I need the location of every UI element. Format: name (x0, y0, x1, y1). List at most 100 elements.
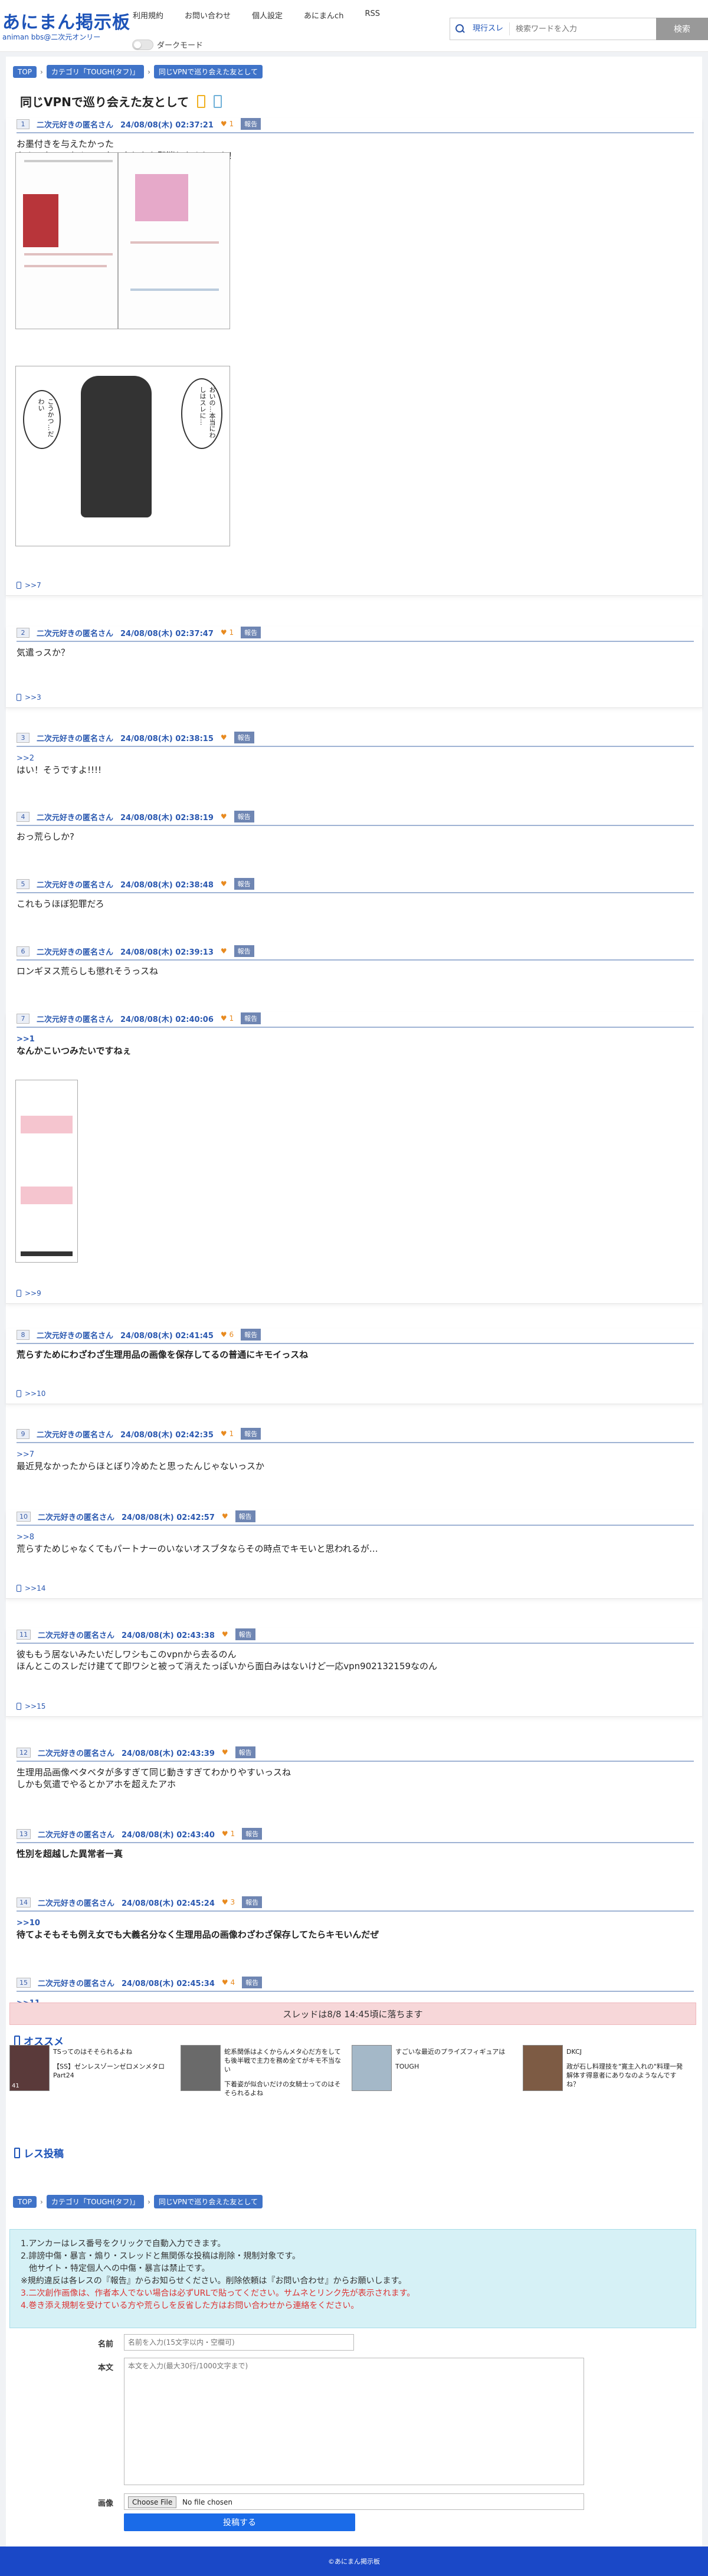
like-button[interactable]: ♥ 4 (222, 1978, 235, 1987)
report-button[interactable]: 報告 (242, 1977, 263, 1988)
recommend-thumbnail[interactable] (523, 2045, 563, 2091)
recommend-title[interactable]: DKCJ (566, 2047, 684, 2056)
like-button[interactable]: ♥ (222, 1748, 228, 1756)
choose-file-button[interactable]: Choose File (128, 2496, 177, 2508)
breadcrumb-category[interactable]: カテゴリ「TOUGH(タフ)」 (46, 65, 145, 78)
report-button[interactable]: 報告 (235, 1746, 255, 1758)
image-file-input[interactable]: Choose File No file chosen (124, 2493, 584, 2510)
like-button[interactable]: ♥ 1 (221, 628, 234, 637)
post-number[interactable]: 3 (17, 732, 30, 743)
reply-anchor-link[interactable]: >>8 (17, 1533, 34, 1542)
report-button[interactable]: 報告 (241, 627, 261, 638)
like-button[interactable]: ♥ 6 (221, 1330, 234, 1339)
post-number[interactable]: 13 (17, 1828, 31, 1839)
like-button[interactable]: ♥ 1 (222, 1830, 235, 1838)
form-breadcrumb-category[interactable]: カテゴリ「TOUGH(タフ)」 (46, 2195, 145, 2208)
recommend-item[interactable]: 41 TSってのはそそられるよね 【SS】ゼンレスゾーンゼロメンメタロ Part24 (9, 2045, 171, 2092)
report-button[interactable]: 報告 (234, 878, 254, 890)
name-field[interactable] (124, 2334, 354, 2351)
search-scope-select[interactable]: 現行スレ (467, 22, 510, 35)
post-number[interactable]: 6 (17, 946, 30, 956)
post-image-screenshot-left[interactable] (15, 152, 118, 329)
post-number[interactable]: 2 (17, 627, 30, 638)
post-image-manga[interactable]: こうかつ…だわい おいの…本当にわしはスレに… (15, 366, 230, 546)
recommend-title[interactable]: TSってのはそそられるよね (53, 2047, 171, 2056)
post-number[interactable]: 15 (17, 1977, 31, 1988)
report-button[interactable]: 報告 (241, 118, 261, 130)
report-button[interactable]: 報告 (235, 1628, 255, 1640)
report-button[interactable]: 報告 (234, 732, 254, 743)
reply-anchor-link[interactable]: >>2 (17, 754, 34, 763)
post-number[interactable]: 14 (17, 1897, 31, 1908)
like-button[interactable]: ♥ 1 (221, 120, 234, 128)
post-number[interactable]: 5 (17, 879, 30, 889)
post-image-screenshot-right[interactable] (118, 152, 230, 329)
site-logo[interactable]: あにまん掲示板 animan bbs@二次元オンリー (2, 14, 130, 42)
like-button[interactable]: ♥ (221, 947, 227, 955)
recommend-title[interactable]: 下着姿が似合いだけの女騎士ってのはそそられるよね (224, 2080, 342, 2097)
reply-number[interactable]: >>14 (25, 1584, 45, 1592)
replies-link[interactable]: >>9 (17, 1289, 41, 1297)
nav-animanch[interactable]: あにまんch (304, 9, 343, 21)
post-number[interactable]: 12 (17, 1747, 31, 1758)
recommend-thumbnail[interactable]: 41 (9, 2045, 50, 2091)
replies-link[interactable]: >>7 (17, 581, 41, 589)
toggle-switch[interactable] (132, 39, 153, 50)
like-button[interactable]: ♥ (221, 812, 227, 821)
reply-anchor-link[interactable]: >>7 (17, 1450, 34, 1459)
like-button[interactable]: ♥ 1 (221, 1014, 234, 1022)
body-textarea[interactable] (124, 2358, 584, 2485)
report-button[interactable]: 報告 (242, 1896, 263, 1908)
nav-contact[interactable]: お問い合わせ (185, 9, 231, 21)
report-button[interactable]: 報告 (234, 945, 254, 957)
reply-number[interactable]: >>10 (25, 1389, 45, 1398)
like-button[interactable]: ♥ (222, 1630, 228, 1638)
logo-title[interactable]: あにまん掲示板 (2, 14, 130, 32)
post-number[interactable]: 9 (17, 1428, 30, 1439)
post-image-tall-screenshot[interactable] (15, 1080, 78, 1263)
submit-button[interactable]: 投稿する (124, 2513, 355, 2531)
like-button[interactable]: ♥ (221, 880, 227, 888)
like-button[interactable]: ♥ 3 (222, 1898, 235, 1906)
recommend-title[interactable]: 政が石し料理技を"寛主入れの"料理一発解体す得意者にありなのようなんですね？ (566, 2062, 684, 2089)
replies-link[interactable]: >>3 (17, 693, 41, 702)
recommend-item[interactable]: 蛇系関係はよくからんメタ心だ方をしても後半戦で主力を務め全てがキモ不当ない下着姿… (181, 2045, 342, 2097)
like-button[interactable]: ♥ (221, 733, 227, 742)
replies-link[interactable]: >>10 (17, 1389, 45, 1398)
form-breadcrumb-top[interactable]: TOP (13, 2195, 37, 2208)
breadcrumb-thread[interactable]: 同じVPNで巡り会えた友として (153, 65, 263, 78)
recommend-thumbnail[interactable] (352, 2045, 392, 2091)
search-button[interactable]: 検索 (656, 18, 708, 40)
replies-link[interactable]: >>15 (17, 1702, 45, 1710)
breadcrumb-top[interactable]: TOP (13, 65, 37, 78)
report-button[interactable]: 報告 (235, 1510, 255, 1522)
report-button[interactable]: 報告 (241, 1428, 261, 1440)
share-icon[interactable] (214, 94, 222, 108)
reply-number[interactable]: >>3 (25, 693, 41, 702)
reply-number[interactable]: >>7 (25, 581, 41, 589)
post-number[interactable]: 4 (17, 811, 30, 822)
post-number[interactable]: 11 (17, 1629, 31, 1640)
replies-link[interactable]: >>14 (17, 1584, 45, 1592)
report-button[interactable]: 報告 (242, 1828, 263, 1840)
recommend-title[interactable]: すごいな最近のプライズフィギュアは (395, 2047, 505, 2056)
report-button[interactable]: 報告 (241, 1012, 261, 1024)
nav-rss[interactable]: RSS (365, 9, 380, 21)
report-button[interactable]: 報告 (241, 1329, 261, 1341)
nav-terms[interactable]: 利用規約 (133, 9, 163, 21)
reply-number[interactable]: >>15 (25, 1702, 45, 1710)
recommend-item[interactable]: DKCJ 政が石し料理技を"寛主入れの"料理一発解体す得意者にありなのようなんです… (523, 2045, 684, 2092)
nav-settings[interactable]: 個人設定 (252, 9, 283, 21)
bookmark-icon[interactable] (197, 94, 206, 108)
report-button[interactable]: 報告 (234, 811, 254, 822)
recommend-title[interactable]: 蛇系関係はよくからんメタ心だ方をしても後半戦で主力を務め全てがキモ不当ない (224, 2047, 342, 2074)
post-number[interactable]: 1 (17, 119, 30, 129)
recommend-thumbnail[interactable] (181, 2045, 221, 2091)
dark-mode-toggle[interactable]: ダークモード (132, 39, 203, 50)
reply-anchor-link[interactable]: >>1 (17, 1035, 35, 1044)
recommend-title[interactable]: TOUGH (395, 2062, 505, 2071)
like-button[interactable]: ♥ (222, 1512, 228, 1520)
post-number[interactable]: 10 (17, 1511, 31, 1522)
reply-anchor-link[interactable]: >>10 (17, 1919, 40, 1928)
reply-number[interactable]: >>9 (25, 1289, 41, 1297)
